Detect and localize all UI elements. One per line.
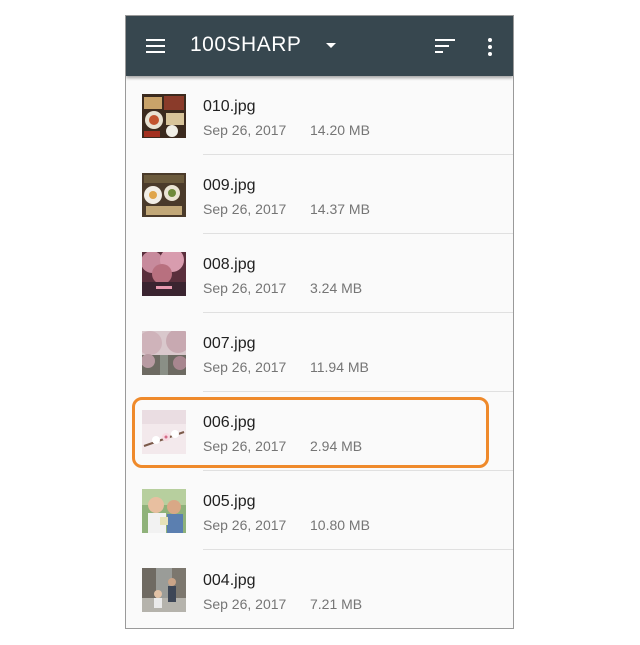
file-row-010[interactable]: 010.jpg Sep 26, 2017 14.20 MB — [126, 76, 513, 155]
file-name: 005.jpg — [203, 493, 256, 510]
file-size: 7.21 MB — [310, 596, 363, 612]
file-row-006[interactable]: 006.jpg Sep 26, 2017 2.94 MB — [126, 392, 513, 471]
file-row-007[interactable]: 007.jpg Sep 26, 2017 11.94 MB — [126, 313, 513, 392]
folder-title[interactable]: 100SHARP — [190, 33, 301, 57]
file-date: Sep 26, 2017 — [203, 438, 287, 454]
file-name: 008.jpg — [203, 256, 256, 273]
file-name: 007.jpg — [203, 335, 256, 352]
app-bar: 100SHARP — [126, 16, 513, 76]
file-size: 14.37 MB — [310, 201, 370, 217]
file-row-005[interactable]: 005.jpg Sep 26, 2017 10.80 MB — [126, 471, 513, 550]
cherry-blossom-night-photo-thumbnail — [142, 252, 186, 296]
child-street-photo-thumbnail — [142, 568, 186, 612]
cherry-blossom-river-photo-thumbnail — [142, 331, 186, 375]
phone-screen: 100SHARP 010.jpg Sep 26, 2017 14.20 MB 0… — [125, 15, 514, 629]
file-date: Sep 26, 2017 — [203, 596, 287, 612]
file-row-004[interactable]: 004.jpg Sep 26, 2017 7.21 MB — [126, 550, 513, 628]
file-size: 11.94 MB — [310, 359, 369, 375]
file-date: Sep 26, 2017 — [203, 122, 287, 138]
food-photo-thumbnail — [142, 94, 186, 138]
file-date: Sep 26, 2017 — [203, 359, 287, 375]
child-photo-thumbnail — [142, 489, 186, 533]
file-size: 10.80 MB — [310, 517, 370, 533]
file-name: 006.jpg — [203, 414, 256, 431]
caret-down-icon[interactable] — [326, 43, 336, 48]
file-name: 009.jpg — [203, 177, 256, 194]
cherry-blossom-closeup-photo-thumbnail — [142, 410, 186, 454]
file-date: Sep 26, 2017 — [203, 201, 287, 217]
file-name: 004.jpg — [203, 572, 256, 589]
file-list: 010.jpg Sep 26, 2017 14.20 MB 009.jpg Se… — [126, 76, 513, 628]
food-photo-thumbnail — [142, 173, 186, 217]
file-size: 2.94 MB — [310, 438, 363, 454]
file-name: 010.jpg — [203, 98, 256, 115]
file-size: 14.20 MB — [310, 122, 370, 138]
file-row-009[interactable]: 009.jpg Sep 26, 2017 14.37 MB — [126, 155, 513, 234]
file-date: Sep 26, 2017 — [203, 517, 287, 533]
sort-icon[interactable] — [435, 39, 455, 53]
file-date: Sep 26, 2017 — [203, 280, 287, 296]
file-size: 3.24 MB — [310, 280, 363, 296]
more-vertical-icon[interactable] — [488, 38, 492, 56]
menu-icon[interactable] — [146, 39, 165, 53]
file-row-008[interactable]: 008.jpg Sep 26, 2017 3.24 MB — [126, 234, 513, 313]
